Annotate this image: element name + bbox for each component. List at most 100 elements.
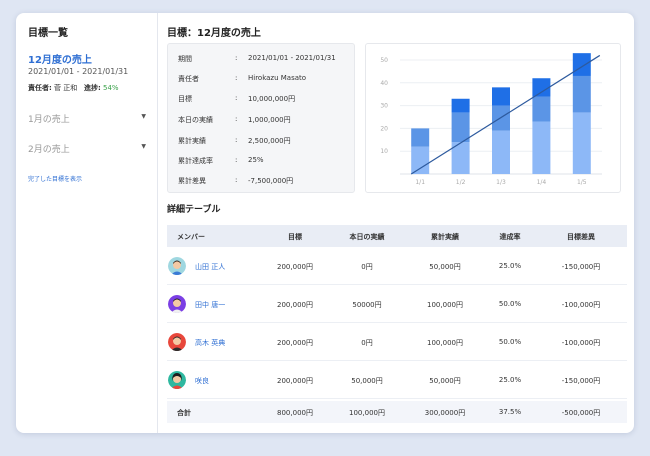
cell-cumulative: 50,000円 xyxy=(429,377,461,385)
avatar-person-icon xyxy=(168,371,186,389)
show-completed-link[interactable]: 完了した目標を表示 xyxy=(28,174,82,183)
x-tick-label: 1/3 xyxy=(496,179,506,186)
member-name-link[interactable]: 田中 唐一 xyxy=(195,300,225,310)
table-title: 詳細テーブル xyxy=(167,205,221,215)
avatar xyxy=(168,257,186,275)
table-row[interactable]: 高木 英典 200,000円 0円 100,000円 50.0% -100,00… xyxy=(167,323,627,361)
table-total-row: 合計 800,000円 100,000円 300,0000円 37.5% -50… xyxy=(167,401,627,423)
y-tick-label: 50 xyxy=(380,57,388,64)
progress-chart: 10 20 30 40 50 1/1 1/2 1/3 1/4 1/5 xyxy=(365,43,621,193)
column-header-cumulative: 累計実績 xyxy=(431,233,459,241)
y-tick-label: 20 xyxy=(380,125,388,132)
member-name-link[interactable]: 咲良 xyxy=(195,376,209,386)
progress-chart-svg: 10 20 30 40 50 1/1 1/2 1/3 1/4 1/5 xyxy=(380,53,602,186)
info-colon: : xyxy=(235,115,238,123)
info-colon: : xyxy=(235,176,238,184)
sidebar-title: 目標一覧 xyxy=(28,28,68,39)
chevron-down-icon: ▼ xyxy=(141,113,146,120)
table-row[interactable]: 山田 正人 200,000円 0円 50,000円 25.0% -150,000… xyxy=(167,247,627,285)
cell-diff: -150,000円 xyxy=(561,263,601,271)
info-label: 累計差異 xyxy=(178,177,206,185)
chart-bar-segment xyxy=(532,121,551,174)
avatar xyxy=(168,295,186,313)
info-label: 責任者 xyxy=(178,75,199,83)
avatar-person-icon xyxy=(168,257,186,275)
x-tick-label: 1/5 xyxy=(577,179,587,186)
avatar xyxy=(168,333,186,351)
y-tick-label: 10 xyxy=(380,148,388,155)
table-row[interactable]: 咲良 200,000円 50,000円 50,000円 25.0% -150,0… xyxy=(167,361,627,399)
chart-bar-segment xyxy=(532,78,551,97)
goal-date-range: 2021/01/01 - 2021/01/31 xyxy=(28,67,129,76)
cell-today: 0円 xyxy=(361,339,373,347)
x-tick-label: 1/1 xyxy=(415,179,425,186)
cell-goal: 200,000円 xyxy=(277,263,313,271)
chart-bar-segment xyxy=(411,146,430,174)
chart-bar-segment xyxy=(411,128,430,147)
cell-today: 100,000円 xyxy=(349,409,385,417)
column-header-diff: 目標差異 xyxy=(567,233,595,241)
cell-cumulative: 100,000円 xyxy=(427,339,463,347)
info-label: 累計達成率 xyxy=(178,157,213,165)
goal-meta: 責任者: 菅 正和 進捗: 54% xyxy=(28,83,119,93)
cell-rate: 50.0% xyxy=(498,300,522,308)
goal-info-panel: 期間 : 2021/01/01 - 2021/01/31 責任者 : Hirok… xyxy=(167,43,355,193)
avatar xyxy=(168,371,186,389)
info-label: 累計実績 xyxy=(178,137,206,145)
cell-goal: 200,000円 xyxy=(277,301,313,309)
owner-label: 責任者: xyxy=(28,84,52,92)
info-colon: : xyxy=(235,54,238,62)
info-label: 期間 xyxy=(178,55,192,63)
chart-bar-segment xyxy=(451,112,470,143)
table-row[interactable]: 田中 唐一 200,000円 50000円 100,000円 50.0% -10… xyxy=(167,285,627,323)
info-value: 10,000,000円 xyxy=(248,95,296,103)
x-tick-label: 1/4 xyxy=(537,179,547,186)
goal-sidebar: 目標一覧 12月度の売上 2021/01/01 - 2021/01/31 責任者… xyxy=(16,13,158,433)
cell-rate: 37.5% xyxy=(498,408,522,416)
page-title: 目標：12月度の売上 xyxy=(167,28,261,39)
chart-bar-segment xyxy=(572,53,591,76)
progress-label: 進捗: xyxy=(83,84,101,92)
member-name-link[interactable]: 山田 正人 xyxy=(195,262,225,272)
member-name-link[interactable]: 高木 英典 xyxy=(195,338,225,348)
cell-today: 0円 xyxy=(361,263,373,271)
sidebar-item-label: 2月の売上 xyxy=(28,145,70,155)
cell-goal: 200,000円 xyxy=(277,339,313,347)
x-tick-label: 1/2 xyxy=(456,179,466,186)
info-label: 本日の実績 xyxy=(178,116,213,124)
table-header: メンバー 目標 本日の実績 累計実績 達成率 目標差異 xyxy=(167,225,627,247)
cell-rate: 25.0% xyxy=(498,262,522,270)
column-header-today: 本日の実績 xyxy=(349,233,385,241)
info-value: Hirokazu Masato xyxy=(248,74,307,82)
y-tick-label: 40 xyxy=(380,80,388,87)
cell-diff: -100,000円 xyxy=(561,339,601,347)
cell-diff: -500,000円 xyxy=(561,409,601,417)
sidebar-item-february[interactable]: 2月の売上 ▼ xyxy=(28,142,146,155)
info-colon: : xyxy=(235,136,238,144)
column-header-member: メンバー xyxy=(177,233,205,241)
dashboard-card: 目標一覧 12月度の売上 2021/01/01 - 2021/01/31 責任者… xyxy=(16,13,634,433)
progress-value: 54% xyxy=(103,84,119,92)
sidebar-item-current-goal[interactable]: 12月度の売上 xyxy=(28,51,92,66)
cell-cumulative: 50,000円 xyxy=(429,263,461,271)
column-header-rate: 達成率 xyxy=(499,233,521,241)
info-value: -7,500,000円 xyxy=(248,177,294,185)
sidebar-item-label: 1月の売上 xyxy=(28,115,70,125)
info-colon: : xyxy=(235,74,238,82)
info-colon: : xyxy=(235,156,238,164)
cell-today: 50000円 xyxy=(352,301,382,309)
chart-bar-segment xyxy=(572,112,591,174)
info-value: 2021/01/01 - 2021/01/31 xyxy=(248,54,336,62)
cell-rate: 50.0% xyxy=(498,338,522,346)
info-value: 2,500,000円 xyxy=(248,137,291,145)
y-tick-label: 30 xyxy=(380,103,388,110)
chart-bar-segment xyxy=(532,96,551,122)
chart-bar-segment xyxy=(492,130,510,174)
sidebar-item-january[interactable]: 1月の売上 ▼ xyxy=(28,112,146,125)
chart-bar-segment xyxy=(572,75,591,113)
info-value: 25% xyxy=(248,156,264,164)
chevron-down-icon: ▼ xyxy=(141,143,146,150)
cell-cumulative: 300,0000円 xyxy=(424,409,466,417)
cell-goal: 200,000円 xyxy=(277,377,313,385)
cell-today: 50,000円 xyxy=(351,377,383,385)
